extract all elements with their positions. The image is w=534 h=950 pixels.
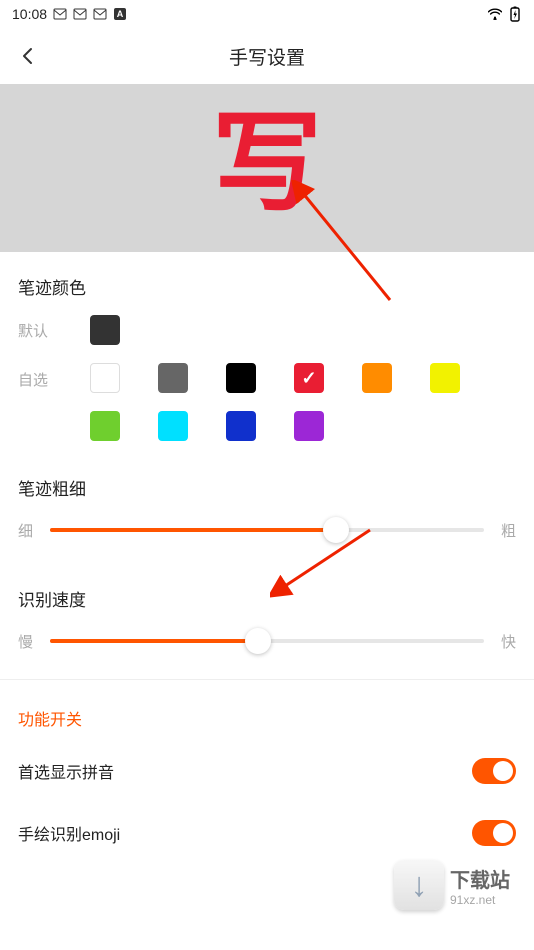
color-swatch[interactable] [90,363,120,393]
battery-icon [508,7,522,21]
color-swatch[interactable] [158,363,188,393]
emoji-switch-label: 手绘识别emoji [18,821,120,845]
stroke-width-title: 笔迹粗细 [18,475,516,500]
default-color-label: 默认 [18,320,62,341]
status-time: 10:08 [12,6,47,22]
stroke-color-section: 笔迹颜色 默认 自选 [0,252,534,441]
color-swatch[interactable] [294,411,324,441]
page-title: 手写设置 [229,43,305,70]
color-swatch[interactable] [158,411,188,441]
recognition-speed-slider[interactable] [50,627,484,655]
mail-icon [93,7,107,21]
switches-section-title: 功能开关 [0,680,534,740]
app-icon: A [113,7,127,21]
color-swatch[interactable] [226,363,256,393]
pinyin-switch-row: 首选显示拼音 [0,740,534,802]
stroke-width-max-label: 粗 [494,520,516,541]
watermark-url: 91xz.net [450,893,510,907]
custom-color-label: 自选 [18,363,62,390]
pinyin-switch-label: 首选显示拼音 [18,759,114,783]
stroke-color-title: 笔迹颜色 [18,274,516,299]
stroke-width-section: 笔迹粗细 细 粗 [0,459,534,544]
color-swatch[interactable] [294,363,324,393]
page-header: 手写设置 [0,28,534,84]
emoji-toggle[interactable] [472,820,516,846]
color-swatch[interactable] [226,411,256,441]
color-swatch[interactable] [362,363,392,393]
recognition-speed-min-label: 慢 [18,631,40,652]
mail-icon [73,7,87,21]
watermark-cn: 下载站 [450,864,510,893]
handwriting-sample: 写 [212,109,322,219]
pinyin-toggle[interactable] [472,758,516,784]
wifi-icon [488,7,502,21]
emoji-switch-row: 手绘识别emoji [0,802,534,864]
default-color-swatch[interactable] [90,315,120,345]
recognition-speed-section: 识别速度 慢 快 [0,552,534,655]
watermark: ↓ 下载站 91xz.net [394,860,510,910]
mail-icon [53,7,67,21]
status-bar: 10:08 A [0,0,534,28]
stroke-width-slider[interactable] [50,516,484,544]
watermark-icon: ↓ [394,860,444,910]
color-swatch-grid [90,363,516,441]
handwriting-preview: 写 [0,84,534,252]
color-swatch[interactable] [430,363,460,393]
recognition-speed-max-label: 快 [494,631,516,652]
color-swatch[interactable] [90,411,120,441]
recognition-speed-title: 识别速度 [18,586,516,611]
back-button[interactable] [14,42,42,70]
stroke-width-min-label: 细 [18,520,40,541]
svg-text:A: A [117,9,124,19]
